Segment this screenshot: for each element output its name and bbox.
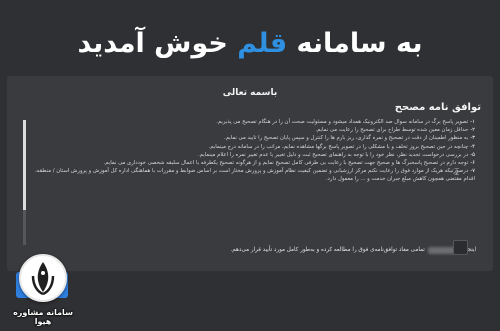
agreement-rules-list: ۱-تصویر پاسخ برگ در سامانه سوال صد الکتر…: [27, 118, 475, 184]
logo-emblem-icon: [31, 262, 55, 296]
agreement-title: توافق نامه مصحح: [394, 102, 481, 113]
text-cursor-icon: ⌶: [454, 168, 460, 178]
rule-item: ۶-توجه دارم در تصحیح پاسخبرگ ها و صحیح ج…: [103, 160, 475, 167]
bismillah-heading: باسمه تعالی: [222, 88, 278, 98]
agreement-scrollbar[interactable]: [23, 120, 26, 245]
page-title: به سامانه قلم خوش آمدید: [0, 28, 500, 59]
title-accent: قلم: [237, 28, 288, 59]
rule-item: ۱-تصویر پاسخ برگ در سامانه سوال صد الکتر…: [216, 119, 475, 125]
logo-name: سامانه مشاوره هیوا: [13, 308, 73, 326]
rule-item: ۷-درصورتیکه هریک از موارد فوق را رعایت ن…: [35, 168, 475, 183]
agreement-panel: باسمه تعالی توافق نامه مصحح ۱-تصویر پاسخ…: [7, 76, 493, 271]
blurred-user-name: [427, 246, 456, 254]
title-after: خوش آمدید: [77, 28, 228, 59]
confirm-label-text: تمامی مفاد توافق‌نامه‌ی فوق را مطالعه کر…: [230, 247, 425, 253]
rule-item: ۴-چنانچه در حین تصحیح بروز تخلف و یا مشک…: [208, 143, 475, 150]
scrollbar-thumb[interactable]: [23, 120, 26, 210]
agree-checkbox[interactable]: [453, 240, 468, 255]
rule-item: ۵-در بررسی درخواست تجدید نظر، نظر خود را…: [197, 151, 475, 158]
rule-item: ۲-حداقل زمان معین شده توسط طراح برای تصح…: [315, 127, 475, 134]
rule-item: ۳-به منظور اطمینان از دقت در تصحیح و نمر…: [224, 135, 475, 142]
confirm-row: اینجانب تمامی مفاد توافق‌نامه‌ی فوق را م…: [56, 243, 476, 257]
logo-emblem: [19, 254, 67, 302]
hiva-logo: سامانه مشاوره هیوا: [4, 248, 82, 330]
title-before: به سامانه: [296, 28, 423, 59]
